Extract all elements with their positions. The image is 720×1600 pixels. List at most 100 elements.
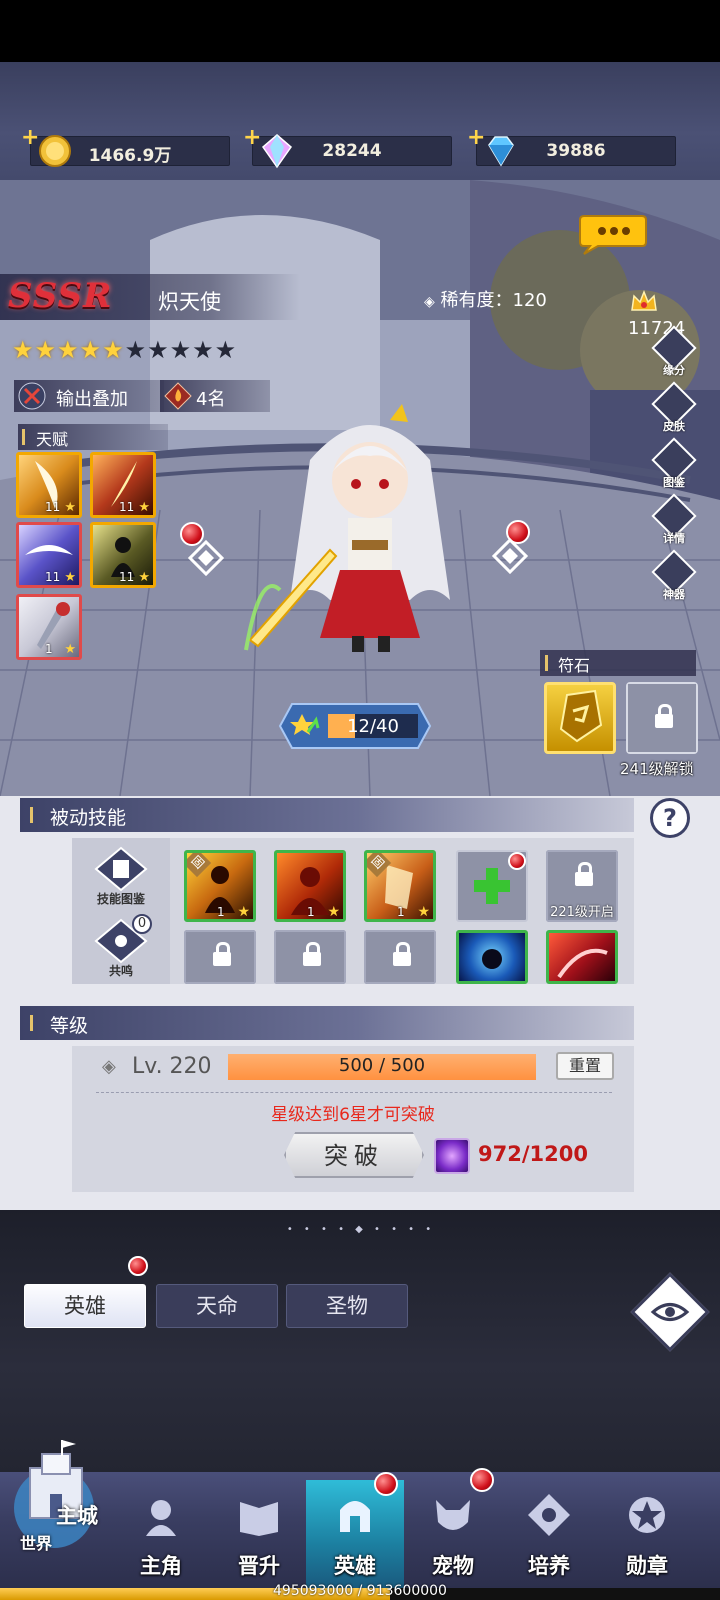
star-empty-icon: ★ — [124, 336, 148, 364]
level-section-title: 等级 — [50, 1015, 89, 1037]
crossed-swords-icon — [18, 382, 46, 410]
breakthrough-hint: 星级达到6星才可突破 — [271, 1105, 435, 1125]
talent-skill-5[interactable]: 1 ★ — [16, 594, 82, 660]
eye-icon — [650, 1303, 690, 1321]
artifact-button[interactable]: 神器 — [650, 549, 698, 602]
skill-star-icon: ★ — [138, 570, 150, 585]
skill-codex-icon[interactable] — [92, 846, 150, 892]
hero-character-sprite[interactable] — [240, 400, 500, 670]
nav-cultivate[interactable]: 培养 — [500, 1480, 598, 1588]
rarity-label: 稀有度： — [440, 290, 513, 311]
fate-label: 缘分 — [663, 364, 685, 377]
passive-skill-blood[interactable] — [546, 930, 618, 984]
star-empty-icon: ★ — [192, 336, 215, 364]
runestone-title: 符石 — [558, 656, 591, 675]
nav-hero-label: 英雄 — [334, 1554, 376, 1578]
dots-divider: • • • • ◆ • • • • — [286, 1224, 436, 1235]
star-filled-icon: ★ — [57, 336, 80, 364]
skin-button[interactable]: 皮肤 — [650, 381, 698, 434]
rarity-display: ◈ 稀有度：120 — [424, 286, 547, 312]
passive-locked-slot[interactable] — [364, 930, 436, 984]
nav-cultivate-label: 培养 — [528, 1554, 570, 1578]
breakthrough-button[interactable]: 突破 — [284, 1132, 424, 1178]
nav-pet[interactable]: 宠物 — [404, 1480, 502, 1588]
diamond-value: 39886 — [546, 141, 606, 161]
nav-promotion-label: 晋升 — [238, 1554, 280, 1578]
level-progress-text: 500 / 500 — [338, 1055, 426, 1076]
codex-button[interactable]: 图鉴 — [650, 437, 698, 490]
passive-skill-1[interactable]: 固 1 ★ — [184, 850, 256, 922]
resonance-count-badge: 0 — [132, 914, 152, 934]
helmet-icon — [340, 1501, 370, 1532]
crystal-orb-icon — [434, 1138, 470, 1174]
unlock-221-text: 221级开启 — [550, 905, 614, 920]
nav-protagonist[interactable]: 主角 — [112, 1480, 210, 1588]
skill-level: 11 — [119, 570, 135, 584]
talent-skill-3[interactable]: 11 ★ — [16, 522, 82, 588]
codex-label: 图鉴 — [663, 476, 685, 489]
tab-hero[interactable]: 英雄 — [24, 1284, 146, 1328]
skill-level: 1 — [45, 642, 53, 656]
tag-output-stack[interactable]: 输出叠加 — [14, 380, 164, 412]
talent-skill-1[interactable]: 11 ★ — [16, 452, 82, 518]
currency-bar: + 1466.9万 + 28244 + 39886 — [0, 62, 720, 180]
skin-label: 皮肤 — [663, 420, 685, 433]
star-filled-icon: ★ — [34, 336, 58, 364]
nav-main-city[interactable]: 主城 世界 — [4, 1438, 110, 1588]
nav-medal[interactable]: 勋章 — [598, 1480, 696, 1588]
diamond-counter[interactable]: + 39886 — [467, 125, 676, 167]
level-label: Lv. 220 — [132, 1054, 212, 1079]
notification-dot-icon — [508, 852, 526, 870]
skill-codex-label: 技能图鉴 — [96, 892, 145, 906]
next-hero-arrow-icon[interactable] — [492, 538, 528, 574]
prism-value: 28244 — [322, 141, 382, 161]
notification-dot-icon — [374, 1472, 398, 1496]
runestone-slot-1[interactable] — [544, 682, 616, 754]
dashed-divider — [96, 1092, 612, 1093]
skill-level: 11 — [45, 570, 61, 584]
prism-counter[interactable]: + 28244 — [243, 125, 452, 169]
prev-hero-arrow-icon[interactable] — [188, 540, 224, 576]
protagonist-icon — [146, 1500, 176, 1536]
talent-skill-2[interactable]: 11 ★ — [90, 452, 156, 518]
star-filled-icon: ★ — [102, 336, 125, 364]
passive-skill-3[interactable]: 固 1 ★ — [364, 850, 436, 922]
skill-star-icon: ★ — [64, 500, 76, 515]
star-empty-icon: ★ — [214, 336, 238, 364]
details-button[interactable]: 详情 — [650, 493, 698, 546]
talent-skill-4[interactable]: 11 ★ — [90, 522, 156, 588]
star-empty-icon: ★ — [169, 336, 193, 364]
level-progress-bar: 500 / 500 — [228, 1054, 536, 1080]
compass-icon — [528, 1494, 570, 1536]
passive-skill-2[interactable]: 1 ★ — [274, 850, 346, 922]
blood-slash-icon — [557, 948, 608, 979]
main-city-label: 主城 — [56, 1504, 98, 1528]
notification-dot-icon — [470, 1468, 494, 1492]
tag-output-label: 输出叠加 — [56, 389, 128, 410]
star-rating: ★★★★★★★★★★ — [12, 336, 237, 364]
runestone-slot-2-locked[interactable] — [626, 682, 698, 754]
star-filled-icon: ★ — [79, 336, 103, 364]
help-button[interactable]: ? — [650, 798, 690, 838]
lock-icon — [628, 684, 696, 752]
passive-locked-slot[interactable] — [274, 930, 346, 984]
gold-counter[interactable]: + 1466.9万 — [21, 125, 230, 167]
player-xp-text: 495093000 / 913600000 — [273, 1583, 447, 1599]
star-filled-icon: ★ — [12, 336, 35, 364]
lock-icon — [364, 930, 436, 984]
nav-promotion[interactable]: 晋升 — [210, 1480, 308, 1588]
gold-value: 1466.9万 — [88, 146, 172, 166]
passive-locked-slot[interactable] — [184, 930, 256, 984]
fate-button[interactable]: 缘分 — [650, 325, 698, 378]
passive-skill-vortex[interactable] — [456, 930, 528, 984]
nav-hero[interactable]: 英雄 — [306, 1480, 404, 1588]
skill-level: 1 — [307, 905, 315, 919]
skill-star-icon: ★ — [138, 500, 150, 515]
chat-bubble-icon[interactable] — [578, 212, 648, 256]
passive-locked-slot-221[interactable]: 221级开启 — [546, 850, 618, 922]
artifact-label: 神器 — [663, 588, 685, 601]
reset-button[interactable]: 重置 — [556, 1052, 614, 1080]
tab-relic[interactable]: 圣物 — [286, 1284, 408, 1328]
details-label: 详情 — [663, 532, 685, 545]
tab-destiny[interactable]: 天命 — [156, 1284, 278, 1328]
